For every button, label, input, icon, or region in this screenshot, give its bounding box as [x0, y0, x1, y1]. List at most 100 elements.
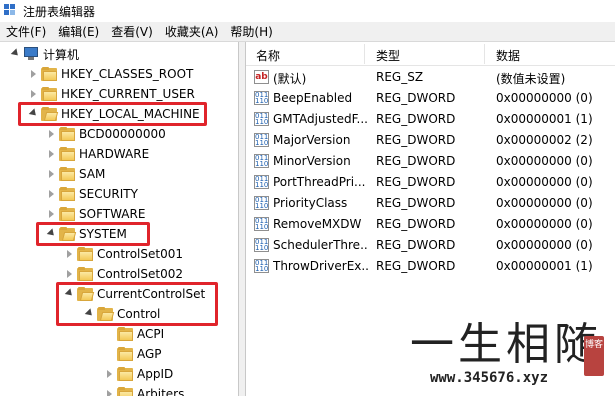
folder-icon [59, 127, 75, 141]
value-data: 0x00000000 (0) [496, 238, 593, 252]
tree-item-label: Control [117, 307, 161, 321]
value-row[interactable]: 011 110 RemoveMXDW REG_DWORD 0x00000000 (… [246, 214, 615, 235]
value-name: RemoveMXDW [273, 217, 362, 231]
value-data: 0x00000002 (2) [496, 133, 593, 147]
menu-edit[interactable]: 编辑(E) [52, 23, 105, 40]
tree-item-label: Arbiters [137, 387, 185, 396]
dword-value-icon: 011 110 [254, 112, 269, 126]
column-divider[interactable] [484, 44, 485, 64]
tree-item-acpi[interactable]: ACPI [104, 324, 164, 344]
value-row[interactable]: 011 110 PriorityClass REG_DWORD 0x0000000… [246, 193, 615, 214]
chevron-right-icon[interactable] [64, 249, 74, 259]
value-name: PortThreadPri... [273, 175, 366, 189]
menu-favorites[interactable]: 收藏夹(A) [159, 23, 225, 40]
dword-value-icon: 011 110 [254, 175, 269, 189]
value-row[interactable]: 011 110 PortThreadPri... REG_DWORD 0x0000… [246, 172, 615, 193]
column-header-data[interactable]: 数据 [496, 47, 520, 64]
value-row[interactable]: 011 110 SchedulerThre... REG_DWORD 0x0000… [246, 235, 615, 256]
value-row[interactable]: 011 110 MinorVersion REG_DWORD 0x00000000… [246, 151, 615, 172]
folder-icon [41, 87, 57, 101]
tree-item-security[interactable]: SECURITY [46, 184, 138, 204]
chevron-down-icon[interactable] [46, 228, 57, 239]
tree-item-controlset001[interactable]: ControlSet001 [64, 244, 183, 264]
chevron-right-icon[interactable] [46, 209, 56, 219]
string-value-icon: ab [254, 70, 269, 84]
chevron-down-icon[interactable] [10, 48, 21, 59]
value-row[interactable]: 011 110 ThrowDriverEx... REG_DWORD 0x0000… [246, 256, 615, 277]
column-header-name[interactable]: 名称 [256, 47, 280, 64]
tree-item-label: 计算机 [43, 47, 80, 62]
tree-item-label: HARDWARE [79, 147, 150, 161]
value-data: 0x00000000 (0) [496, 91, 593, 105]
menu-help[interactable]: 帮助(H) [224, 23, 278, 40]
tree-item-controlset002[interactable]: ControlSet002 [64, 264, 183, 284]
tree-item-bcd00000000[interactable]: BCD00000000 [46, 124, 166, 144]
tree-item-control[interactable]: Control [84, 304, 160, 324]
tree-item-hkey-local-machine[interactable]: HKEY_LOCAL_MACHINE [28, 104, 200, 124]
tree-item-arbiters[interactable]: Arbiters [104, 384, 184, 396]
folder-icon [77, 247, 93, 261]
tree-item-sam[interactable]: SAM [46, 164, 105, 184]
chevron-right-icon[interactable] [28, 69, 38, 79]
folder-icon [117, 367, 133, 381]
pane-splitter[interactable] [238, 42, 246, 396]
tree-item-hkey-current-user[interactable]: HKEY_CURRENT_USER [28, 84, 195, 104]
tree-item-label: SAM [79, 167, 106, 181]
value-row[interactable]: 011 110 GMTAdjustedF... REG_DWORD 0x00000… [246, 109, 615, 130]
column-divider[interactable] [364, 44, 365, 64]
value-name: GMTAdjustedF... [273, 112, 368, 126]
menu-file[interactable]: 文件(F) [0, 23, 52, 40]
menu-view[interactable]: 查看(V) [105, 23, 159, 40]
dword-value-icon: 011 110 [254, 91, 269, 105]
chevron-right-icon[interactable] [46, 149, 56, 159]
tree-item-computer[interactable]: 计算机 [10, 44, 79, 64]
chevron-down-icon[interactable] [64, 288, 75, 299]
chevron-right-icon[interactable] [104, 389, 114, 396]
tree-item-label: CurrentControlSet [97, 287, 206, 301]
tree-item-system[interactable]: SYSTEM [46, 224, 127, 244]
tree-item-hardware[interactable]: HARDWARE [46, 144, 149, 164]
chevron-down-icon[interactable] [28, 108, 39, 119]
value-data: 0x00000001 (1) [496, 112, 593, 126]
chevron-right-icon[interactable] [46, 129, 56, 139]
chevron-down-icon[interactable] [84, 308, 95, 319]
tree-item-appid[interactable]: AppID [104, 364, 173, 384]
value-row[interactable]: ab (默认) REG_SZ (数值未设置) [246, 67, 615, 88]
dword-value-icon: 011 110 [254, 196, 269, 210]
value-data: 0x00000000 (0) [496, 196, 593, 210]
tree-item-label: AppID [137, 367, 174, 381]
value-row[interactable]: 011 110 MajorVersion REG_DWORD 0x00000002… [246, 130, 615, 151]
value-name: BeepEnabled [273, 91, 353, 105]
tree-item-agp[interactable]: AGP [104, 344, 162, 364]
chevron-right-icon[interactable] [46, 169, 56, 179]
value-type: REG_DWORD [376, 112, 456, 126]
registry-tree[interactable]: 计算机 HKEY_CLASSES_ROOT HKEY_CURRENT_USER … [0, 42, 238, 396]
value-data: 0x00000000 (0) [496, 175, 593, 189]
dword-value-icon: 011 110 [254, 259, 269, 273]
regedit-app-icon [4, 4, 18, 18]
tree-item-label: SYSTEM [79, 227, 127, 241]
tree-item-currentcontrolset[interactable]: CurrentControlSet [64, 284, 205, 304]
folder-open-icon [41, 107, 59, 121]
value-type: REG_DWORD [376, 154, 456, 168]
chevron-right-icon[interactable] [64, 269, 74, 279]
chevron-right-icon[interactable] [46, 189, 56, 199]
value-data: 0x00000000 (0) [496, 217, 593, 231]
tree-item-hkey-classes-root[interactable]: HKEY_CLASSES_ROOT [28, 64, 193, 84]
chevron-right-icon[interactable] [104, 369, 114, 379]
tree-item-label: ControlSet001 [97, 247, 183, 261]
folder-icon [59, 167, 75, 181]
value-type: REG_DWORD [376, 196, 456, 210]
chevron-right-icon[interactable] [28, 89, 38, 99]
column-header-type[interactable]: 类型 [376, 47, 400, 64]
value-row[interactable]: 011 110 BeepEnabled REG_DWORD 0x00000000 … [246, 88, 615, 109]
tree-item-software[interactable]: SOFTWARE [46, 204, 145, 224]
watermark-seal: 博客 [584, 336, 604, 376]
folder-icon [117, 387, 133, 396]
list-header: 名称 类型 数据 [246, 42, 615, 66]
value-type: REG_DWORD [376, 259, 456, 273]
dword-value-icon: 011 110 [254, 238, 269, 252]
value-name: (默认) [273, 72, 307, 86]
value-name: SchedulerThre... [273, 238, 369, 252]
